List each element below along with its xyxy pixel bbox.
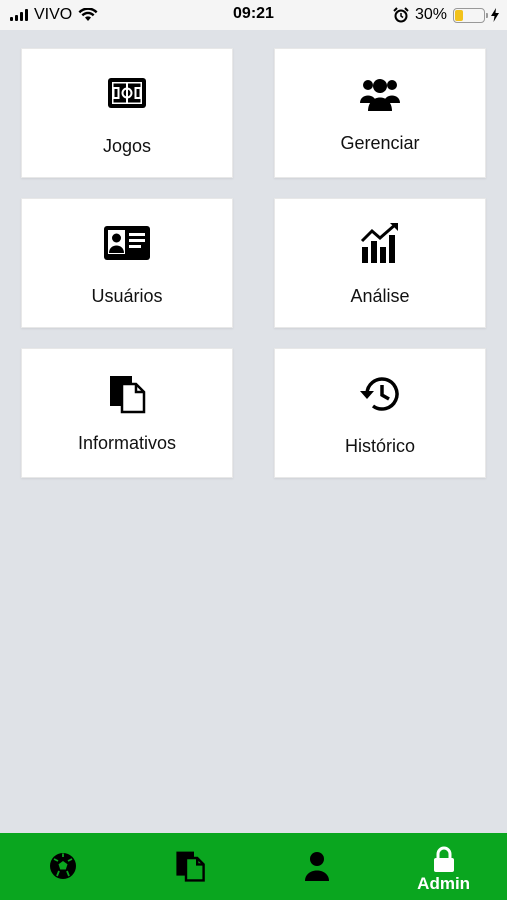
menu-tile-jogos[interactable]: Jogos bbox=[21, 48, 233, 178]
tab-admin[interactable]: Admin bbox=[380, 833, 507, 900]
id-card-icon bbox=[22, 225, 232, 266]
menu-tile-label: Análise bbox=[350, 286, 410, 306]
menu-tile-gerenciar[interactable]: Gerenciar bbox=[274, 48, 486, 178]
menu-tile-label: Gerenciar bbox=[340, 133, 420, 153]
documents-icon bbox=[176, 851, 205, 882]
battery-icon bbox=[453, 7, 488, 23]
tab-jogos[interactable] bbox=[0, 833, 127, 900]
menu-tile-usuarios[interactable]: Usuários bbox=[21, 198, 233, 328]
menu-tile-analise[interactable]: Análise bbox=[274, 198, 486, 328]
users-group-icon bbox=[275, 75, 485, 116]
status-right: 30% bbox=[393, 6, 499, 24]
menu-tile-label: Informativos bbox=[77, 433, 177, 453]
tab-informativos[interactable] bbox=[127, 833, 254, 900]
charging-bolt-icon bbox=[491, 8, 499, 22]
menu-tile-informativos[interactable]: Informativos bbox=[21, 348, 233, 478]
documents-icon bbox=[22, 374, 232, 419]
tab-bar: Admin bbox=[0, 833, 507, 900]
history-icon bbox=[275, 374, 485, 419]
status-bar: VIVO 09:21 30% bbox=[0, 0, 507, 30]
user-icon bbox=[304, 851, 329, 881]
soccer-field-icon bbox=[22, 77, 232, 114]
menu-tile-label: Jogos bbox=[102, 136, 152, 156]
lock-icon bbox=[433, 846, 454, 872]
tab-perfil[interactable] bbox=[254, 833, 381, 900]
chart-trend-icon bbox=[275, 221, 485, 270]
menu-tile-label: Usuários bbox=[91, 286, 163, 306]
soccer-ball-icon bbox=[50, 852, 77, 879]
tab-label-admin: Admin bbox=[417, 873, 471, 893]
alarm-icon bbox=[393, 7, 409, 23]
menu-tile-historico[interactable]: Histórico bbox=[274, 348, 486, 478]
battery-percent: 30% bbox=[414, 6, 447, 23]
menu-tile-label: Histórico bbox=[344, 436, 415, 456]
